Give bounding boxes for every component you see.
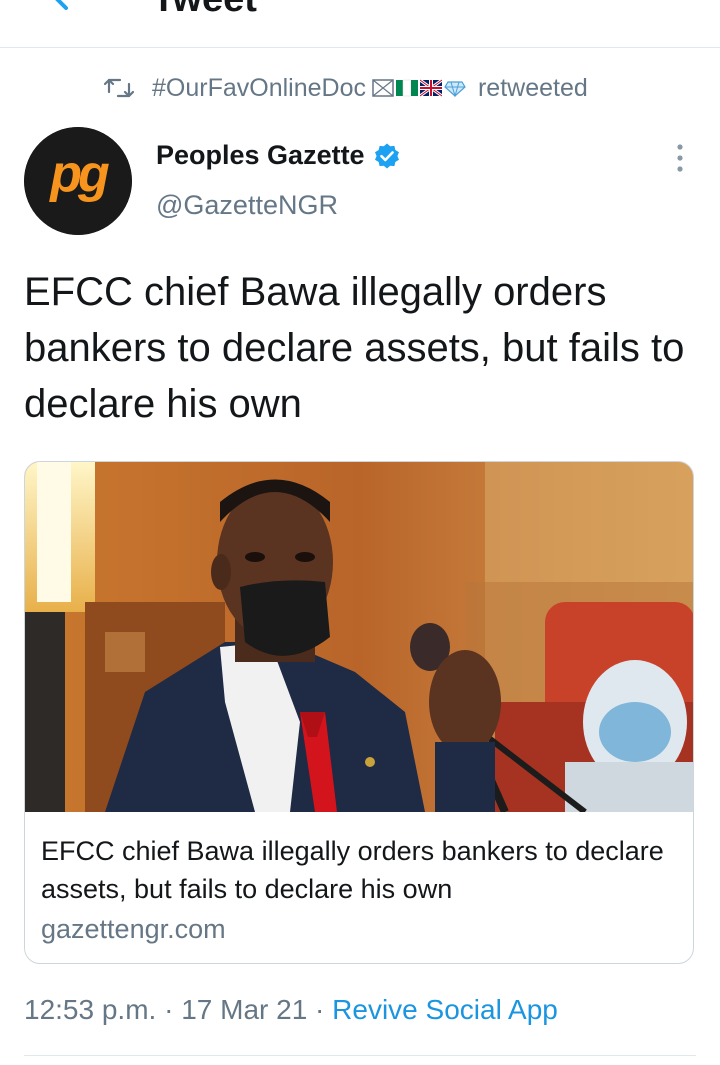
avatar[interactable]: pg <box>24 127 132 235</box>
retweet-context[interactable]: #OurFavOnlineDoc retweeted <box>104 72 588 104</box>
retweet-icon <box>104 78 134 98</box>
author-name-row[interactable]: Peoples Gazette <box>156 140 401 171</box>
tweet-time: 12:53 p.m. <box>24 994 157 1025</box>
meta-separator-2: · <box>307 994 333 1025</box>
retweeter-emoji <box>372 79 468 97</box>
tweet-meta: 12:53 p.m. · 17 Mar 21 · Revive Social A… <box>24 994 558 1026</box>
arrow-left-icon[interactable] <box>44 0 80 14</box>
card-title[interactable]: EFCC chief Bawa illegally orders bankers… <box>41 832 677 908</box>
tweet-text: EFCC chief Bawa illegally orders bankers… <box>24 270 685 426</box>
flag-icon <box>372 79 394 97</box>
author-handle[interactable]: @GazetteNGR <box>156 190 338 221</box>
more-vertical-icon[interactable] <box>668 142 692 174</box>
divider <box>24 1055 696 1056</box>
verified-badge-icon <box>374 143 399 168</box>
uk-flag-icon <box>419 79 442 97</box>
meta-separator: · <box>156 994 182 1025</box>
retweeter-name[interactable]: #OurFavOnlineDoc <box>152 74 366 103</box>
tweet-date: 17 Mar 21 <box>181 994 308 1025</box>
retweet-suffix: retweeted <box>477 73 588 102</box>
nigeria-flag-icon <box>395 79 418 97</box>
diamond-icon <box>444 81 466 97</box>
link-card[interactable]: EFCC chief Bawa illegally orders bankers… <box>24 461 694 964</box>
card-image <box>25 462 693 812</box>
peoples-gazette-logo: pg <box>24 127 132 235</box>
svg-text:pg: pg <box>48 145 109 203</box>
page-title: Tweet <box>152 0 257 18</box>
author-name[interactable]: Peoples Gazette <box>156 140 365 171</box>
top-bar: Tweet <box>0 0 720 48</box>
card-domain: gazettengr.com <box>41 914 226 944</box>
tweet-source-link[interactable]: Revive Social App <box>332 994 558 1025</box>
